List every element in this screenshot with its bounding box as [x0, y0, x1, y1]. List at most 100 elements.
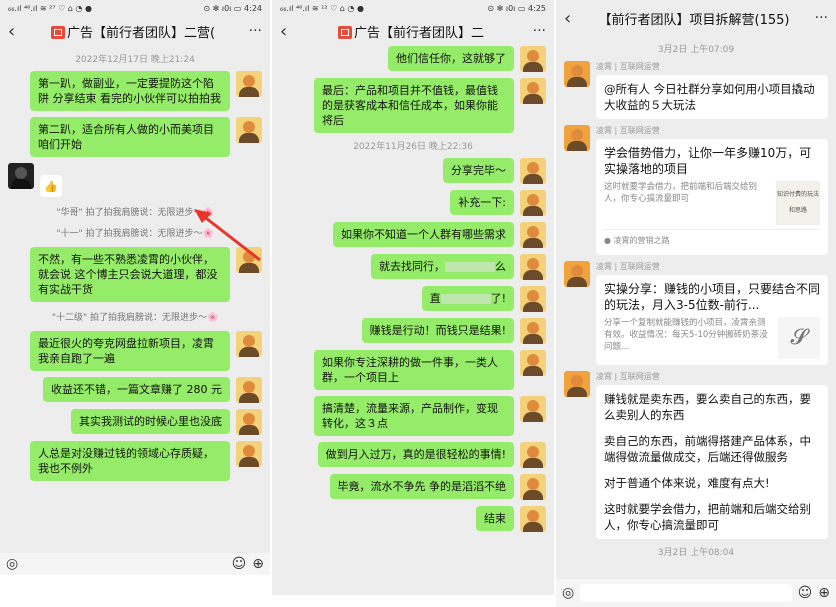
avatar[interactable] [520, 222, 546, 248]
message-row: 凌霄 | 互联网运营 赚钱就是卖东西，要么卖自己的东西，要么卖别人的东西 卖自己… [564, 371, 828, 539]
card-title: 实操分享：赚钱的小项目，只要结合不同的玩法，月入3-5位数-前行... [604, 282, 821, 312]
system-message: "十二级" 拍了拍我肩膀说：无限进步～🌸 [51, 313, 219, 323]
message-bubble[interactable]: 最后：产品和项目并不值钱，最值钱的是获客成本和信任成本，如果你能将后 [314, 78, 514, 133]
more-icon[interactable]: ··· [522, 23, 546, 39]
avatar[interactable] [520, 254, 546, 280]
message-bubble[interactable]: 搞清楚，流量来源，产品制作，变现转化，这３点 [314, 396, 514, 436]
voice-icon[interactable]: ◎ [6, 556, 18, 572]
message-row: 收益还不错，一篇文章赚了 280 元 [8, 377, 262, 403]
message-bubble[interactable]: 分享完毕～ [443, 158, 514, 183]
input-bar: ◎ ☺ ⊕ [0, 553, 270, 575]
link-card[interactable]: 实操分享：赚钱的小项目，只要结合不同的玩法，月入3-5位数-前行... 分享一个… [596, 275, 828, 365]
plus-icon[interactable]: ⊕ [818, 585, 830, 601]
ad-badge-icon [50, 25, 65, 39]
avatar[interactable] [236, 331, 262, 357]
avatar[interactable] [564, 61, 590, 87]
avatar[interactable] [236, 441, 262, 467]
card-source: ● 凌霄的营销之路 [604, 229, 820, 249]
message-input[interactable] [580, 584, 792, 602]
message-bubble[interactable]: @所有人 今日社群分享如何用小项目撬动大收益的５大玩法 [596, 75, 828, 119]
avatar[interactable] [8, 163, 34, 189]
message-bubble[interactable]: 收益还不错，一篇文章赚了 280 元 [43, 377, 230, 402]
avatar[interactable] [520, 78, 546, 104]
emoji-icon[interactable]: ☺ [798, 585, 813, 601]
message-bubble[interactable]: 赚钱就是卖东西，要么卖自己的东西，要么卖别人的东西 卖自己的东西，前端得搭建产品… [596, 385, 828, 539]
input-bar: ◎ ☺ ⊕ [556, 579, 836, 607]
message-bubble[interactable]: 结束 [476, 506, 514, 531]
message-row: 凌霄 | 互联网运营 实操分享：赚钱的小项目，只要结合不同的玩法，月入3-5位数… [564, 261, 828, 365]
avatar[interactable] [564, 125, 590, 151]
article-card[interactable]: 学会借势借力，让你一年多赚10万，可实操落地的项目 这时就要学会借力，把前端和后… [596, 139, 828, 255]
message-row: 做到月入过万，真的是很轻松的事情! [280, 442, 546, 468]
message-paragraph: 卖自己的东西，前端得搭建产品体系，中端得做流量做成交，后端还得做服务 [604, 434, 811, 464]
message-row: 最后：产品和项目并不值钱，最值钱的是获客成本和信任成本，如果你能将后 [280, 78, 546, 133]
message-row: 赚钱是行动！而钱只是结果! [280, 318, 546, 344]
status-left: ₆₆.ıl ⁴⁶.ıl ≋ ²⁷ ♡ ⌂ ◔ ● [8, 3, 92, 13]
avatar[interactable] [520, 506, 546, 532]
timestamp: 2022年11月26日 晚上22:36 [353, 142, 473, 152]
message-row: 搞清楚，流量来源，产品制作，变现转化，这３点 [280, 396, 546, 436]
sender-name: 凌霄 | 互联网运营 [596, 262, 660, 271]
avatar[interactable] [236, 377, 262, 403]
blurred-text [445, 262, 495, 272]
more-icon[interactable]: ··· [804, 10, 828, 26]
message-bubble[interactable]: 就去找同行，么 [371, 254, 514, 279]
thumbs-up-icon[interactable]: 👍 [40, 175, 62, 197]
message-bubble[interactable]: 第二趴，适合所有人做的小而美项目 咱们开始 [30, 117, 230, 157]
status-bar: ₆₆.ıl ⁴⁶.ıl ≋ ²⁷ ♡ ⌂ ◔ ● ⊙ ✻ ı0ı ▭ 4:24 [0, 0, 270, 16]
avatar[interactable] [564, 261, 590, 287]
back-icon[interactable]: ‹ [8, 21, 28, 42]
chat-title: 【前行者团队】项目拆解营(155) [598, 12, 790, 28]
avatar[interactable] [520, 318, 546, 344]
message-bubble[interactable]: 毕竟，流水不争先 争的是滔滔不绝 [329, 474, 514, 499]
avatar[interactable] [520, 190, 546, 216]
card-description: 分享一个复制就能赚钱的小项目，凌霄亲测有效。收益情况：每天5-10分钟搬砖奶茶没… [604, 318, 768, 352]
message-row: 分享完毕～ [280, 158, 546, 184]
more-icon[interactable]: ··· [238, 23, 262, 39]
avatar[interactable] [520, 474, 546, 500]
status-right: ⊙ ✻ ı0ı ▭ 4:24 [203, 3, 262, 13]
message-bubble[interactable]: 补充一下: [450, 190, 514, 215]
message-paragraph: 对于普通个体来说，难度有点大! [604, 476, 770, 490]
message-bubble[interactable]: 做到月入过万，真的是很轻松的事情! [317, 442, 514, 467]
back-icon[interactable]: ‹ [564, 8, 584, 29]
avatar[interactable] [520, 442, 546, 468]
message-bubble[interactable]: 第一趴，做副业，一定要提防这个陷阱 分享结束 看完的小伙伴可以拍拍我 [30, 71, 230, 111]
message-row: 第一趴，做副业，一定要提防这个陷阱 分享结束 看完的小伙伴可以拍拍我 [8, 71, 262, 111]
message-bubble[interactable]: 人总是对没赚过钱的领域心存质疑，我也不例外 [30, 441, 230, 481]
card-title: 学会借势借力，让你一年多赚10万，可实操落地的项目 [604, 146, 812, 176]
avatar[interactable] [520, 46, 546, 72]
message-bubble[interactable]: 如果你不知道一个人群有哪些需求 [333, 222, 514, 247]
message-bubble[interactable]: 赚钱是行动！而钱只是结果! [361, 318, 514, 343]
avatar[interactable] [236, 117, 262, 143]
back-icon[interactable]: ‹ [280, 21, 300, 42]
message-bubble[interactable]: 直了! [421, 286, 514, 311]
message-row: 最近很火的夸克网盘拉新项目，凌霄我亲自跑了一遍 [8, 331, 262, 371]
message-row: 凌霄 | 互联网运营 @所有人 今日社群分享如何用小项目撬动大收益的５大玩法 [564, 61, 828, 119]
chat-panel-2: ₆₆.ıl ⁴⁶.ıl ≋ ¹² ♡ ⌂ ◔ ● ⊙ ✻ ı0ı ▭ 4:25 … [272, 0, 554, 595]
message-row: 毕竟，流水不争先 争的是滔滔不绝 [280, 474, 546, 500]
avatar[interactable] [520, 158, 546, 184]
message-bubble[interactable]: 最近很火的夸克网盘拉新项目，凌霄我亲自跑了一遍 [30, 331, 230, 371]
status-left: ₆₆.ıl ⁴⁶.ıl ≋ ¹² ♡ ⌂ ◔ ● [280, 3, 364, 13]
message-bubble[interactable]: 如果你专注深耕的做一件事，一类人群，一个项目上 [314, 350, 514, 390]
avatar[interactable] [236, 409, 262, 435]
avatar[interactable] [236, 71, 262, 97]
message-bubble[interactable]: 他们信任你，这就够了 [388, 46, 514, 71]
voice-icon[interactable]: ◎ [562, 585, 574, 601]
message-bubble[interactable]: 其实我测试的时候心里也没底 [71, 409, 230, 434]
avatar[interactable] [564, 371, 590, 397]
chat-panel-1: ₆₆.ıl ⁴⁶.ıl ≋ ²⁷ ♡ ⌂ ◔ ● ⊙ ✻ ı0ı ▭ 4:24 … [0, 0, 270, 575]
emoji-icon[interactable]: ☺ [232, 556, 247, 572]
avatar[interactable] [520, 396, 546, 422]
status-bar: ₆₆.ıl ⁴⁶.ıl ≋ ¹² ♡ ⌂ ◔ ● ⊙ ✻ ı0ı ▭ 4:25 [272, 0, 554, 16]
message-row: 凌霄 | 互联网运营 学会借势借力，让你一年多赚10万，可实操落地的项目 这时就… [564, 125, 828, 255]
message-row: 其实我测试的时候心里也没底 [8, 409, 262, 435]
message-row: 补充一下: [280, 190, 546, 216]
avatar[interactable] [520, 350, 546, 376]
plus-icon[interactable]: ⊕ [252, 556, 264, 572]
message-paragraph: 赚钱就是卖东西，要么卖自己的东西，要么卖别人的东西 [604, 392, 811, 422]
blurred-text [440, 294, 491, 304]
avatar[interactable] [520, 286, 546, 312]
card-thumbnail: 知识付费的玩法和思路 [776, 181, 820, 225]
